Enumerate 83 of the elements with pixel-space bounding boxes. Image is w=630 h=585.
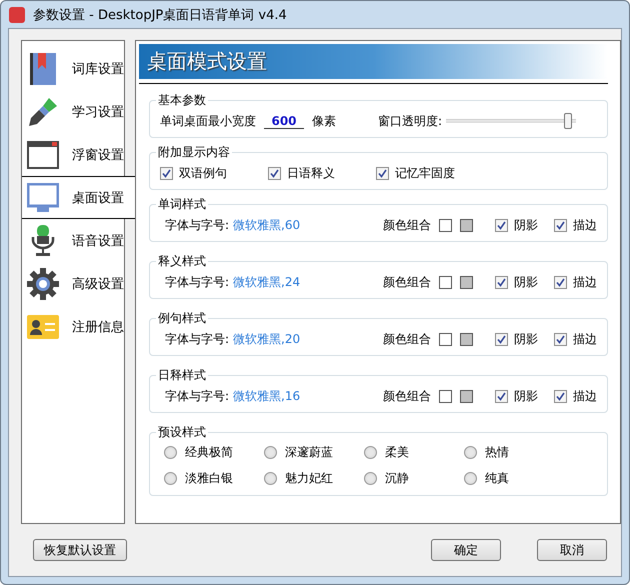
color-swatch[interactable] [439,218,452,232]
radio-label: 沉静 [385,470,409,486]
color-swatch[interactable] [439,390,452,402]
checkbox[interactable] [495,276,508,288]
font-label: 字体与字号: [165,274,230,290]
unit-label: 像素 [312,112,337,130]
color-label: 颜色组合 [383,274,432,290]
width-field[interactable]: 600 [264,114,304,128]
book-icon [30,52,56,84]
radio-button[interactable] [364,446,377,458]
checkbox[interactable] [376,166,389,180]
radio-label: 热情 [485,444,509,460]
color-swatch[interactable] [460,218,474,232]
color-swatch[interactable] [439,276,452,288]
radio-label: 柔美 [385,444,409,460]
slider-thumb[interactable] [564,113,572,129]
checkbox[interactable] [495,390,508,402]
radio-button[interactable] [464,472,477,484]
monitor-icon [27,182,59,212]
radio-label: 深邃蔚蓝 [285,444,333,460]
color-swatch[interactable] [460,332,474,346]
checkbox[interactable] [554,332,568,346]
color-label: 颜色组合 [383,388,432,404]
checkbox-label: 描边 [573,330,598,348]
checkbox[interactable] [495,218,508,232]
checkbox-label: 描边 [573,274,598,290]
color-swatch[interactable] [460,276,474,288]
radio-label: 淡雅白银 [185,470,233,486]
window-title: 参数设置 - DesktopJP桌面日语背单词 v4.4 [33,6,287,24]
font-label: 字体与字号: [165,216,230,234]
radio-button[interactable] [264,472,277,484]
checkbox-label: 日语释义 [287,164,335,182]
checkbox[interactable] [268,166,281,180]
radio-button[interactable] [464,446,477,458]
font-label: 字体与字号: [165,330,230,348]
reset-button[interactable]: 恢复默认设置 [33,539,127,561]
checkbox[interactable] [495,332,508,346]
checkbox-label: 阴影 [514,216,540,234]
radio-button[interactable] [164,446,177,458]
group-title: 释义样式 [157,253,207,270]
font-value[interactable]: 微软雅黑,16 [233,388,384,404]
cancel-button[interactable]: 取消 [537,539,607,561]
font-value[interactable]: 微软雅黑,60 [233,216,384,234]
checkbox-label: 阴影 [514,330,540,348]
width-label: 单词桌面最小宽度 [160,112,256,130]
checkbox[interactable] [554,218,568,232]
brush-icon [27,96,59,128]
group-title: 例句样式 [157,310,207,327]
sidebar-item[interactable]: 桌面设置 [22,176,135,219]
group-title: 附加显示内容 [157,144,231,161]
checkbox[interactable] [554,276,568,288]
radio-label: 经典极简 [185,444,233,460]
checkbox-label: 双语例句 [179,164,227,182]
group-title: 基本参数 [157,92,207,109]
radio-label: 魅力妃红 [285,470,333,486]
font-value[interactable]: 微软雅黑,20 [233,330,384,348]
app-icon [9,6,25,22]
font-value[interactable]: 微软雅黑,24 [233,274,384,290]
window-icon [27,140,59,168]
checkbox-label: 阴影 [514,388,540,404]
checkbox-label: 阴影 [514,274,540,290]
radio-button[interactable] [364,472,377,484]
group-title: 预设样式 [157,424,207,441]
group-title: 单词样式 [157,196,207,213]
color-swatch[interactable] [460,390,474,402]
microphone-icon [30,224,56,256]
checkbox[interactable] [554,390,568,402]
ok-button[interactable]: 确定 [431,539,501,561]
checkbox[interactable] [160,166,173,180]
gear-icon [27,268,59,300]
checkbox-label: 描边 [573,216,598,234]
radio-label: 纯真 [485,470,509,486]
checkbox-label: 描边 [573,388,598,404]
color-label: 颜色组合 [383,216,432,234]
opacity-label: 窗口透明度: [378,112,442,130]
checkbox-label: 记忆牢固度 [395,164,455,182]
radio-button[interactable] [264,446,277,458]
font-label: 字体与字号: [165,388,230,404]
color-label: 颜色组合 [383,330,432,348]
radio-button[interactable] [164,472,177,484]
color-swatch[interactable] [439,332,452,346]
group-title: 日释样式 [157,367,207,384]
id-card-icon [27,314,59,338]
